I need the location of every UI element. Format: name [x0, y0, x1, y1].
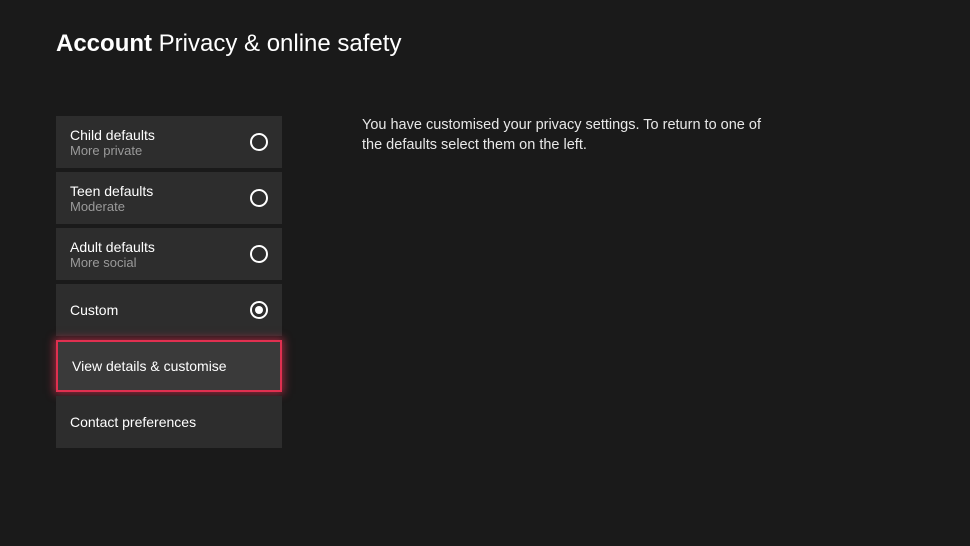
radio-icon — [250, 133, 268, 151]
radio-icon-selected — [250, 301, 268, 319]
option-label: Adult defaults — [70, 239, 155, 255]
option-text: Teen defaults Moderate — [70, 183, 153, 214]
page-header: Account Privacy & online safety — [0, 0, 970, 58]
option-label: View details & customise — [72, 358, 227, 374]
option-sublabel: Moderate — [70, 199, 153, 214]
radio-icon — [250, 245, 268, 263]
option-text: View details & customise — [72, 358, 227, 374]
option-text: Custom — [70, 302, 118, 318]
page-title-bold: Account — [56, 30, 152, 57]
option-custom[interactable]: Custom — [56, 284, 282, 336]
option-text: Adult defaults More social — [70, 239, 155, 270]
option-label: Child defaults — [70, 127, 155, 143]
option-adult-defaults[interactable]: Adult defaults More social — [56, 228, 282, 280]
option-label: Custom — [70, 302, 118, 318]
option-sublabel: More social — [70, 255, 155, 270]
description-panel: You have customised your privacy setting… — [282, 116, 842, 448]
option-label: Contact preferences — [70, 414, 196, 430]
page-title-rest: Privacy & online safety — [159, 30, 402, 57]
option-text: Child defaults More private — [70, 127, 155, 158]
options-panel: Child defaults More private Teen default… — [56, 116, 282, 448]
radio-icon — [250, 189, 268, 207]
option-sublabel: More private — [70, 143, 155, 158]
contact-preferences-button[interactable]: Contact preferences — [56, 396, 282, 448]
view-details-button[interactable]: View details & customise — [56, 340, 282, 392]
option-child-defaults[interactable]: Child defaults More private — [56, 116, 282, 168]
option-teen-defaults[interactable]: Teen defaults Moderate — [56, 172, 282, 224]
option-label: Teen defaults — [70, 183, 153, 199]
description-text: You have customised your privacy setting… — [362, 116, 782, 155]
content-area: Child defaults More private Teen default… — [0, 58, 970, 448]
page-title: Account Privacy & online safety — [56, 30, 970, 58]
option-text: Contact preferences — [70, 414, 196, 430]
